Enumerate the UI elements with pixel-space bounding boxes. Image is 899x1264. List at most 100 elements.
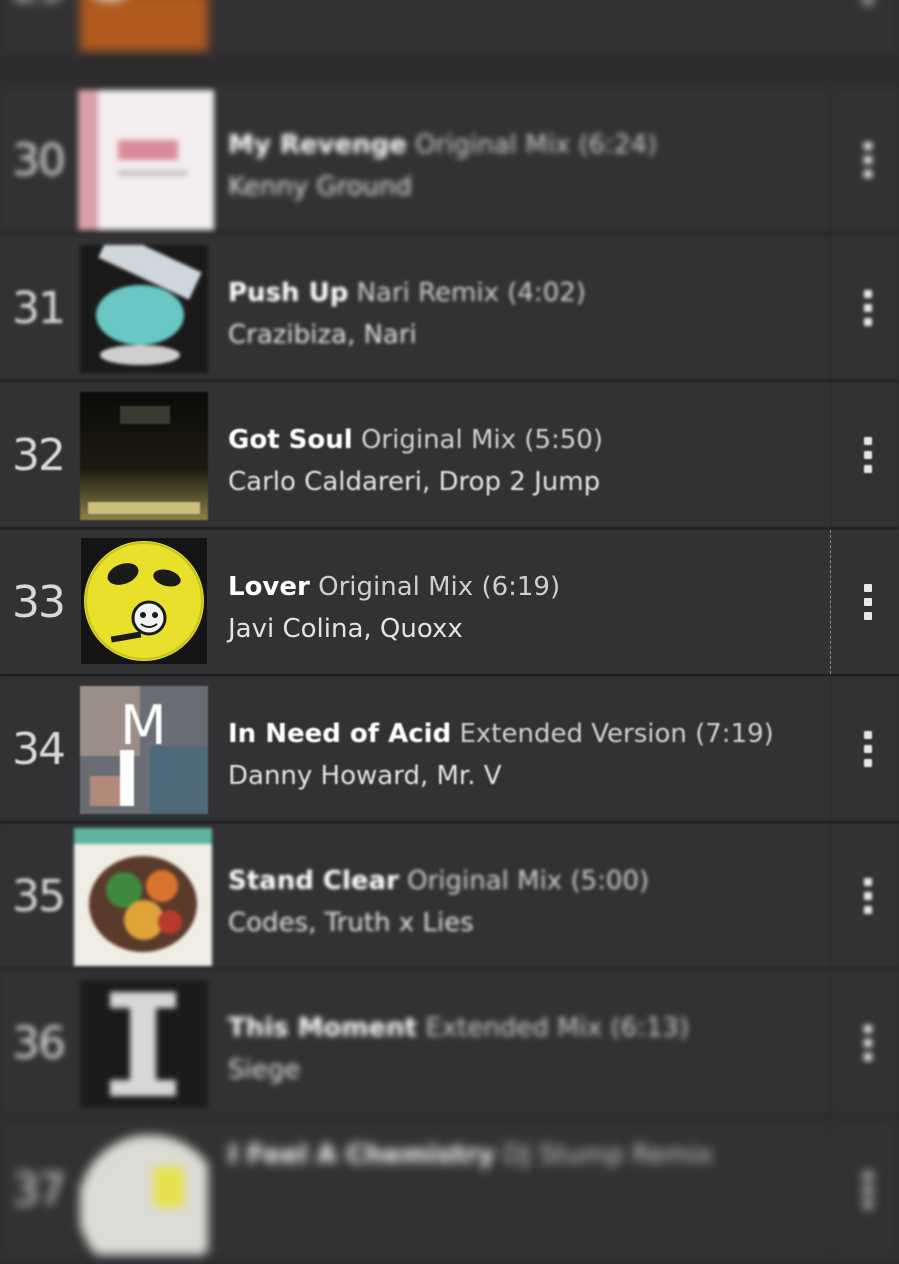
track-row[interactable]: 32 Got Soul Original Mix (5:50) Carlo Ca…: [0, 383, 899, 529]
track-artists: Crazibiza, Nari: [228, 320, 417, 350]
track-duration: (5:50): [524, 425, 603, 455]
track-info: My Revenge Original Mix (6:24) Kenny Gro…: [228, 128, 818, 204]
track-info: Got Soul Original Mix (5:50) Carlo Calda…: [228, 423, 818, 499]
track-mix: Extended Version: [459, 719, 687, 749]
album-art[interactable]: [81, 538, 207, 664]
kebab-dot-icon: [864, 170, 872, 178]
track-duration: (4:02): [507, 278, 586, 308]
white-pink-cover-icon: [78, 90, 214, 230]
row-divider: [830, 0, 831, 58]
more-options-button[interactable]: [850, 677, 886, 821]
kebab-dot-icon: [864, 142, 872, 150]
track-duration: (5:00): [570, 866, 650, 896]
fruit-bowl-cover-icon: [74, 828, 212, 966]
track-title: Push Up: [228, 278, 349, 308]
track-rank: 32: [12, 429, 66, 481]
track-row[interactable]: 36 This Moment Extended Mix (6:13) Siege: [0, 971, 899, 1117]
album-art[interactable]: [80, 392, 208, 520]
track-title-line: Got Soul Original Mix (5:50): [228, 423, 818, 457]
album-art[interactable]: M: [80, 686, 208, 814]
track-mix: Original Mix: [318, 572, 474, 602]
track-artists: Javi Colina, Quoxx: [228, 614, 463, 644]
track-info: Lover Original Mix (6:19) Javi Colina, Q…: [228, 570, 818, 646]
kebab-dot-icon: [864, 878, 872, 886]
track-title: In Need of Acid: [228, 719, 452, 749]
more-options-button[interactable]: [850, 971, 886, 1115]
track-artists: Kenny Ground: [228, 172, 412, 202]
row-divider: [830, 88, 831, 232]
i-letter-cover-icon: [80, 980, 208, 1108]
kebab-dot-icon: [864, 465, 872, 473]
track-title: My Revenge: [228, 130, 407, 160]
more-options-button[interactable]: [850, 530, 886, 674]
row-divider: [830, 236, 831, 380]
more-options-button[interactable]: [850, 0, 886, 58]
track-row[interactable]: 31 Push Up Nari Remix (4:02) Crazibiza, …: [0, 236, 899, 382]
kebab-dot-icon: [864, 906, 872, 914]
track-duration: (6:24): [578, 130, 658, 160]
more-options-button[interactable]: [850, 1118, 886, 1262]
kebab-dot-icon: [864, 1200, 872, 1208]
track-rank: 37: [12, 1164, 66, 1216]
track-artists: Danny Howard, Mr. V: [228, 761, 502, 791]
track-list: 29 30: [0, 0, 899, 1264]
white-record-cover-icon: [80, 1135, 208, 1255]
row-divider: [830, 383, 831, 527]
track-mix: DJ Stump Remix: [503, 1140, 714, 1170]
row-divider: [830, 530, 831, 674]
kebab-dot-icon: [864, 1053, 872, 1061]
track-title-line: My Revenge Original Mix (6:24): [228, 128, 818, 162]
album-art[interactable]: [78, 90, 214, 230]
track-row[interactable]: 29: [0, 0, 899, 60]
track-title: Stand Clear: [228, 866, 399, 896]
kebab-dot-icon: [864, 1172, 872, 1180]
row-divider: [830, 677, 831, 821]
kebab-dot-icon: [864, 1025, 872, 1033]
album-art[interactable]: [80, 1127, 208, 1255]
track-title: I Feel A Chemistry: [228, 1140, 495, 1170]
track-info: Stand Clear Original Mix (5:00) Codes, T…: [228, 864, 818, 940]
track-duration: (7:19): [695, 719, 774, 749]
more-options-button[interactable]: [850, 383, 886, 527]
album-art[interactable]: [80, 980, 208, 1108]
kebab-dot-icon: [864, 451, 872, 459]
m-letter-cover-icon: M: [80, 686, 208, 814]
track-mix: Original Mix: [360, 425, 517, 455]
track-row-active[interactable]: 33 Lover Original Mix (6:19) Javi Colina…: [0, 530, 899, 676]
kebab-dot-icon: [864, 731, 872, 739]
track-title-line: I Feel A Chemistry DJ Stump Remix: [228, 1138, 818, 1172]
track-title-line: Push Up Nari Remix (4:02): [228, 276, 818, 310]
track-rank: 33: [12, 576, 66, 628]
track-info: This Moment Extended Mix (6:13) Siege: [228, 1011, 818, 1087]
album-art[interactable]: [74, 828, 212, 966]
more-options-button[interactable]: [850, 88, 886, 232]
kebab-dot-icon: [864, 1186, 872, 1194]
track-mix: Extended Mix: [425, 1013, 603, 1043]
kebab-dot-icon: [864, 598, 872, 606]
track-info: Push Up Nari Remix (4:02) Crazibiza, Nar…: [228, 276, 818, 352]
kebab-dot-icon: [864, 584, 872, 592]
track-mix: Nari Remix: [356, 278, 499, 308]
more-options-button[interactable]: [850, 824, 886, 968]
track-row[interactable]: 37 I Feel A Chemistry DJ Stump Remix: [0, 1118, 899, 1264]
track-duration: (6:13): [610, 1013, 690, 1043]
track-rank: 36: [12, 1017, 66, 1069]
teal-graphic-cover-icon: [80, 245, 208, 373]
track-row[interactable]: 35 Stand Clear Original Mix (5:00) Codes…: [0, 824, 899, 970]
track-mix: Original Mix: [415, 130, 571, 160]
track-artists: Carlo Caldareri, Drop 2 Jump: [228, 467, 601, 497]
kebab-dot-icon: [864, 745, 872, 753]
album-art[interactable]: [80, 0, 208, 51]
row-divider: [830, 824, 831, 968]
track-row[interactable]: 34 M In Need of Acid Extended Version (7…: [0, 677, 899, 823]
kebab-dot-icon: [864, 1039, 872, 1047]
kebab-dot-icon: [864, 612, 872, 620]
track-row[interactable]: 30 My Revenge Original Mix (6:24) Kenny …: [0, 88, 899, 234]
track-info: I Feel A Chemistry DJ Stump Remix: [228, 1138, 818, 1180]
track-mix: Original Mix: [407, 866, 563, 896]
kebab-dot-icon: [864, 437, 872, 445]
track-title-line: This Moment Extended Mix (6:13): [228, 1011, 818, 1045]
album-art[interactable]: [80, 245, 208, 373]
track-info: In Need of Acid Extended Version (7:19) …: [228, 717, 818, 793]
more-options-button[interactable]: [850, 236, 886, 380]
